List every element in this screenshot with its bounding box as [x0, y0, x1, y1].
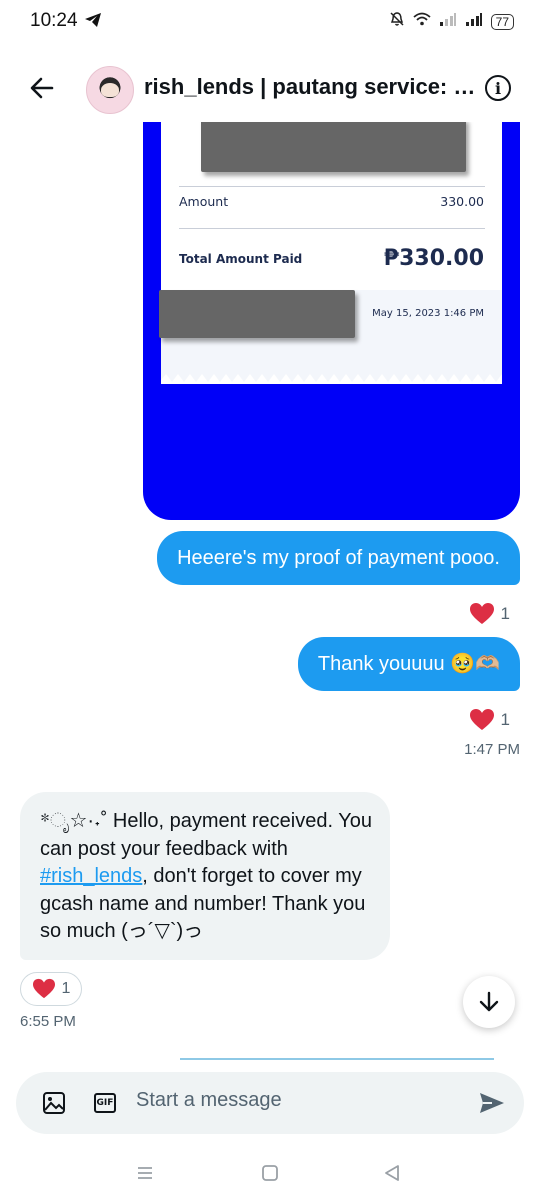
redacted-block	[159, 290, 355, 338]
signal-icon-2	[465, 12, 483, 31]
divider	[179, 228, 485, 229]
message-bubble-outgoing[interactable]: Heeere's my proof of payment pooo.	[157, 531, 520, 585]
message-composer: GIF	[16, 1072, 524, 1134]
message-reaction[interactable]: 1	[469, 602, 510, 626]
telegram-icon	[84, 12, 102, 33]
message-timestamp: 1:47 PM	[464, 741, 520, 758]
reaction-count: 1	[500, 604, 510, 623]
status-icons: 77	[389, 11, 514, 32]
divider	[179, 186, 485, 187]
menu-icon[interactable]	[136, 1164, 154, 1182]
amount-label: Amount	[179, 194, 229, 209]
message-reaction[interactable]: 1	[20, 972, 82, 1006]
message-bubble-outgoing[interactable]: Thank youuuu 🥹🫶🏼	[297, 637, 520, 691]
message-input[interactable]	[136, 1089, 456, 1112]
redacted-block	[201, 122, 466, 172]
receipt-date: May 15, 2023 1:46 PM	[372, 308, 484, 319]
system-navigation-bar	[0, 1148, 540, 1200]
reaction-count: 1	[61, 980, 71, 997]
total-value: ₱330.00	[383, 246, 484, 271]
hashtag-link[interactable]: #rish_lends	[40, 865, 142, 887]
message-text: *ೃ☆·˖˚ Hello, payment received. You can …	[40, 810, 372, 860]
message-bubble-incoming[interactable]: *ೃ☆·˖˚ Hello, payment received. You can …	[20, 792, 390, 960]
home-icon[interactable]	[260, 1163, 280, 1183]
image-icon[interactable]	[42, 1091, 66, 1115]
amount-value: 330.00	[440, 194, 484, 209]
send-icon[interactable]	[478, 1091, 506, 1115]
signal-icon-1	[439, 12, 457, 31]
receipt-image[interactable]: Amount 330.00 Total Amount Paid ₱330.00 …	[143, 122, 520, 520]
message-timestamp: 6:55 PM	[20, 1013, 76, 1030]
mute-icon	[389, 11, 405, 32]
receipt-paper: Amount 330.00 Total Amount Paid ₱330.00 …	[159, 122, 502, 384]
scroll-to-bottom-button[interactable]	[463, 976, 515, 1028]
status-time: 10:24	[30, 10, 78, 31]
gif-icon[interactable]: GIF	[94, 1093, 116, 1113]
back-nav-icon[interactable]	[382, 1163, 402, 1183]
avatar[interactable]	[86, 66, 134, 114]
info-icon[interactable]: i	[485, 75, 511, 101]
heart-icon	[469, 709, 494, 730]
arrow-left-icon	[30, 77, 54, 99]
heart-icon	[32, 978, 55, 999]
back-button[interactable]	[26, 72, 58, 104]
receipt-torn-edge	[161, 366, 502, 382]
heart-icon	[469, 603, 494, 624]
battery-indicator: 77	[490, 13, 514, 30]
arrow-down-icon	[479, 991, 499, 1012]
conversation-title[interactable]: rish_lends | pautang service: o...	[144, 74, 478, 100]
message-reaction[interactable]: 1	[469, 708, 510, 732]
link-preview-edge	[180, 1058, 494, 1060]
reaction-count: 1	[500, 710, 510, 729]
wifi-icon	[413, 12, 431, 31]
total-label: Total Amount Paid	[179, 252, 303, 266]
